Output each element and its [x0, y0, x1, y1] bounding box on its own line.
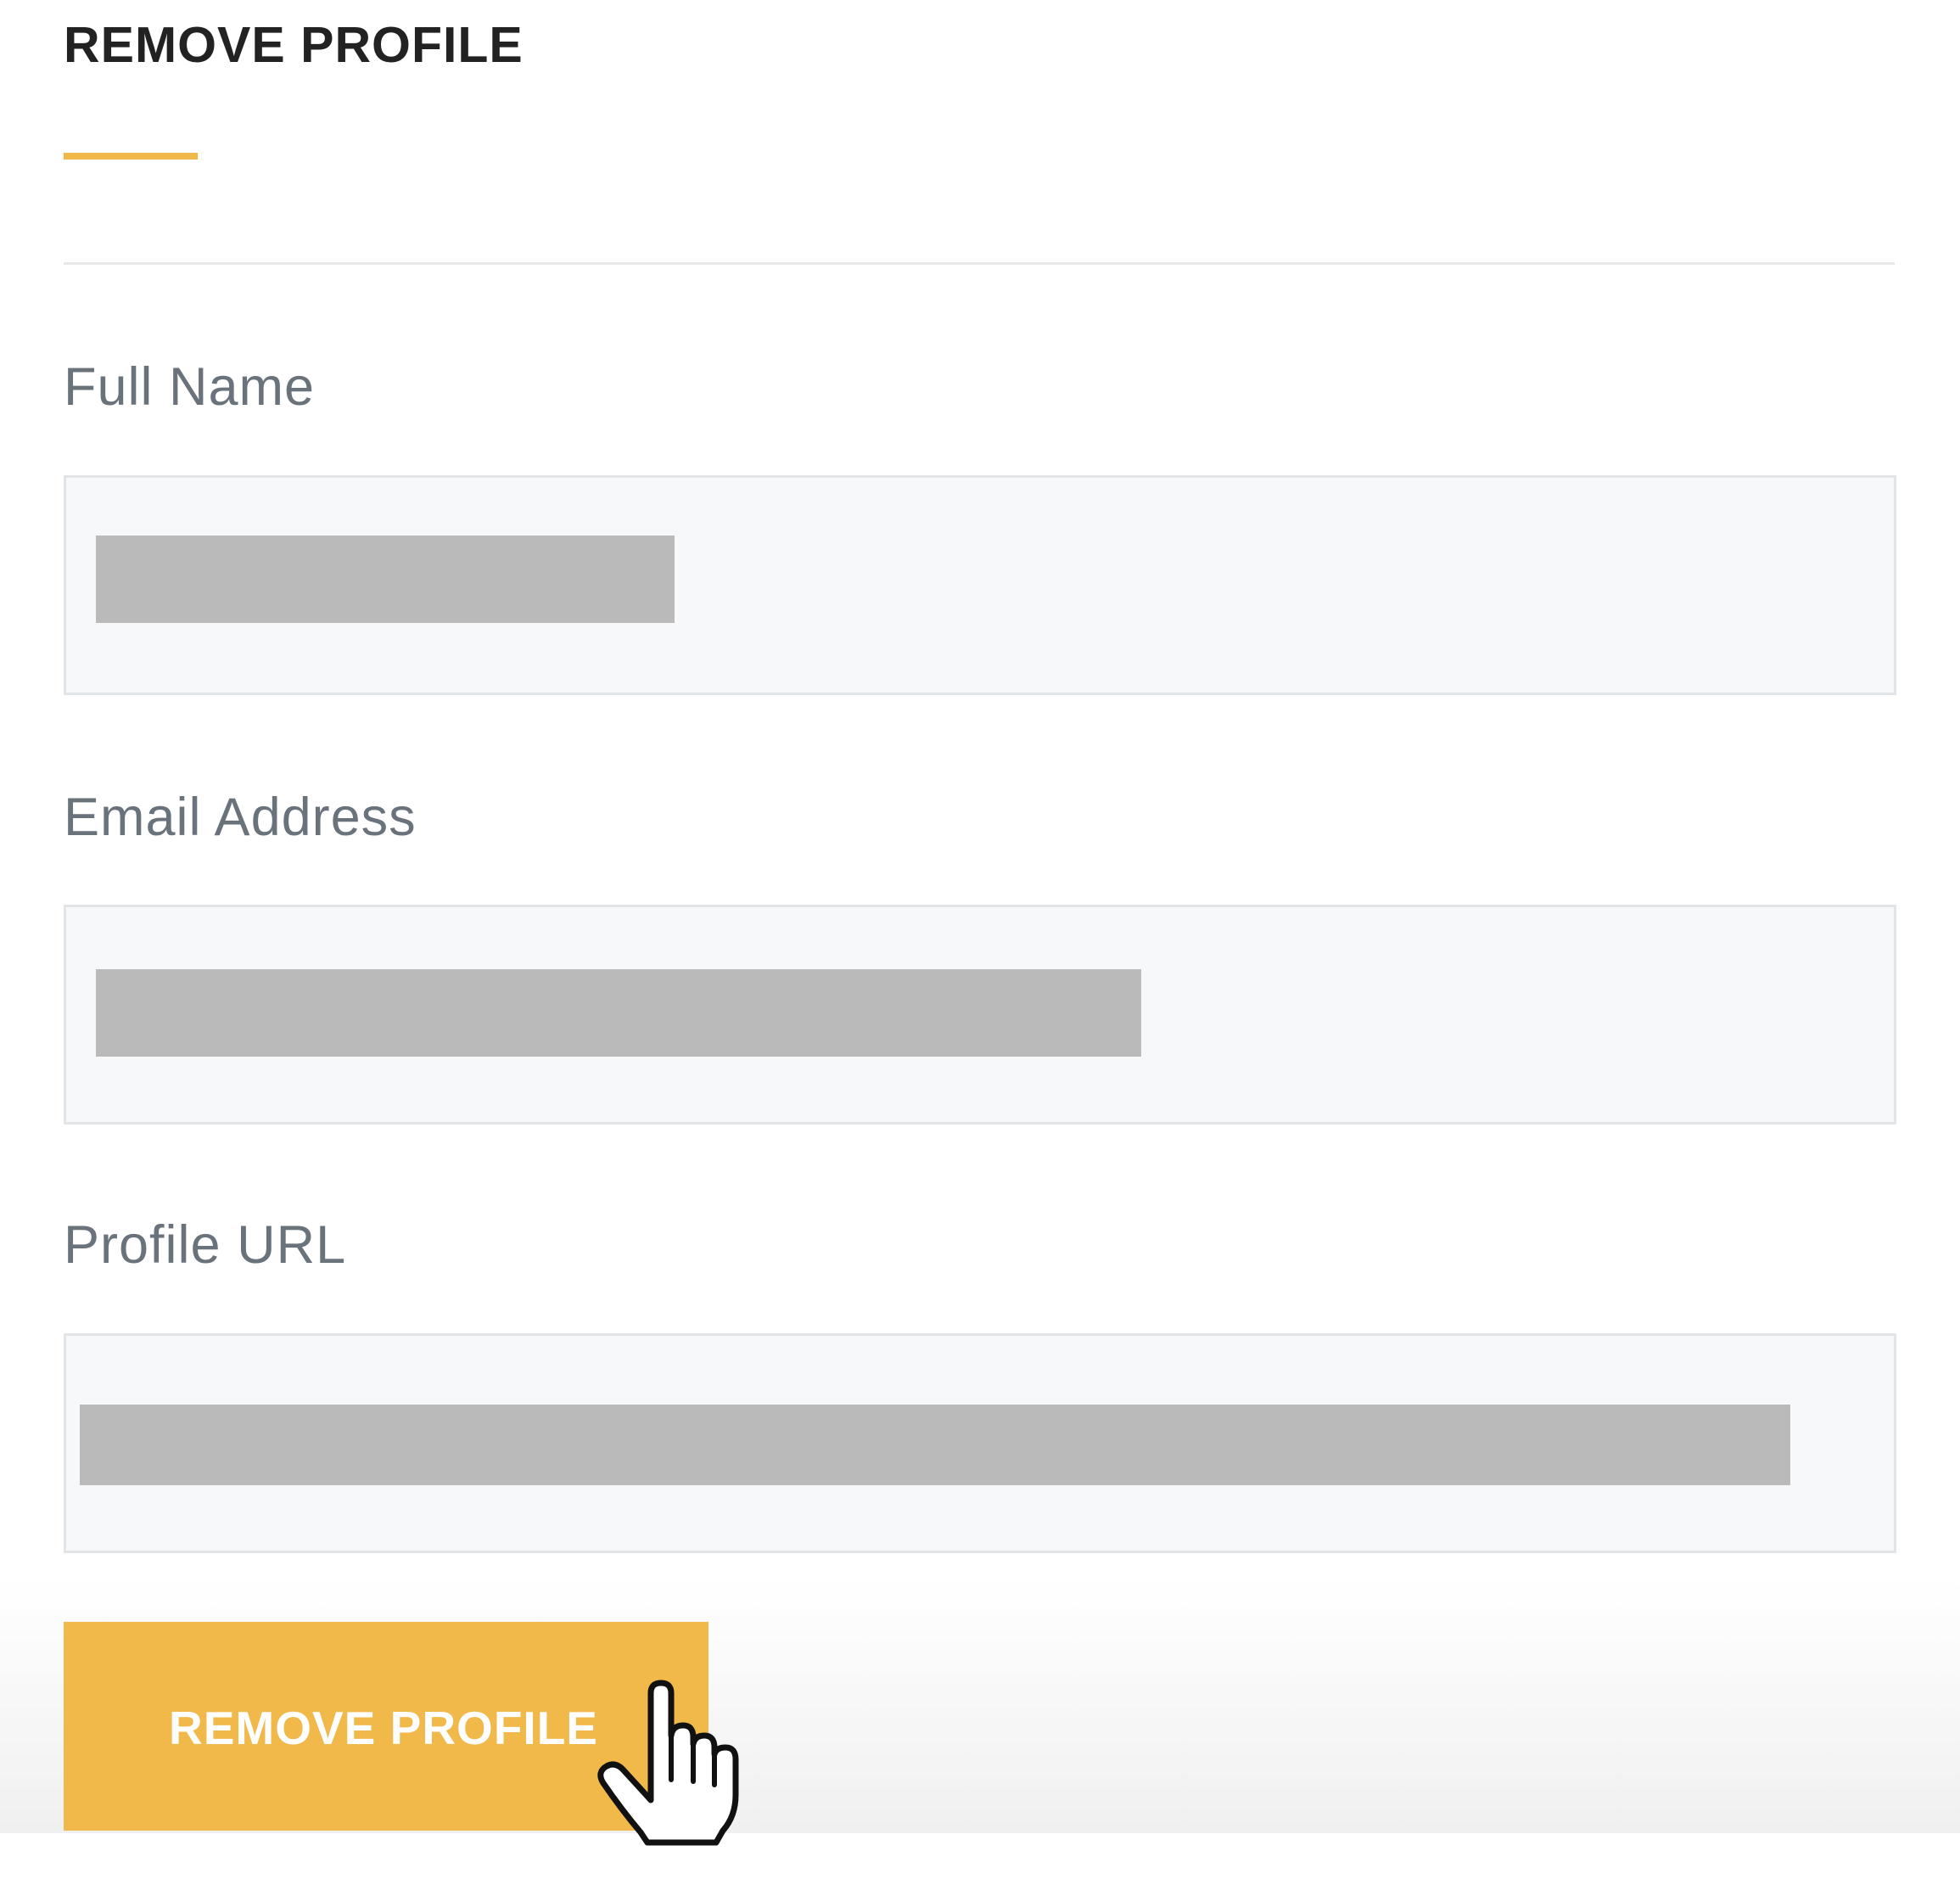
- email-address-field[interactable]: [64, 905, 1896, 1125]
- redacted-profile-url-value: [80, 1405, 1790, 1485]
- page-title: REMOVE PROFILE: [64, 17, 524, 73]
- redacted-email-value: [96, 969, 1141, 1057]
- remove-profile-button-label: REMOVE PROFILE: [169, 1702, 598, 1754]
- profile-url-label: Profile URL: [64, 1215, 347, 1275]
- hand-pointer-icon: [597, 1680, 739, 1846]
- email-address-label: Email Address: [64, 788, 417, 847]
- full-name-field[interactable]: [64, 475, 1896, 695]
- title-accent-underline: [64, 153, 198, 160]
- redacted-full-name-value: [96, 536, 675, 623]
- section-divider: [64, 262, 1895, 265]
- full-name-label: Full Name: [64, 357, 316, 417]
- profile-url-field[interactable]: [64, 1333, 1896, 1553]
